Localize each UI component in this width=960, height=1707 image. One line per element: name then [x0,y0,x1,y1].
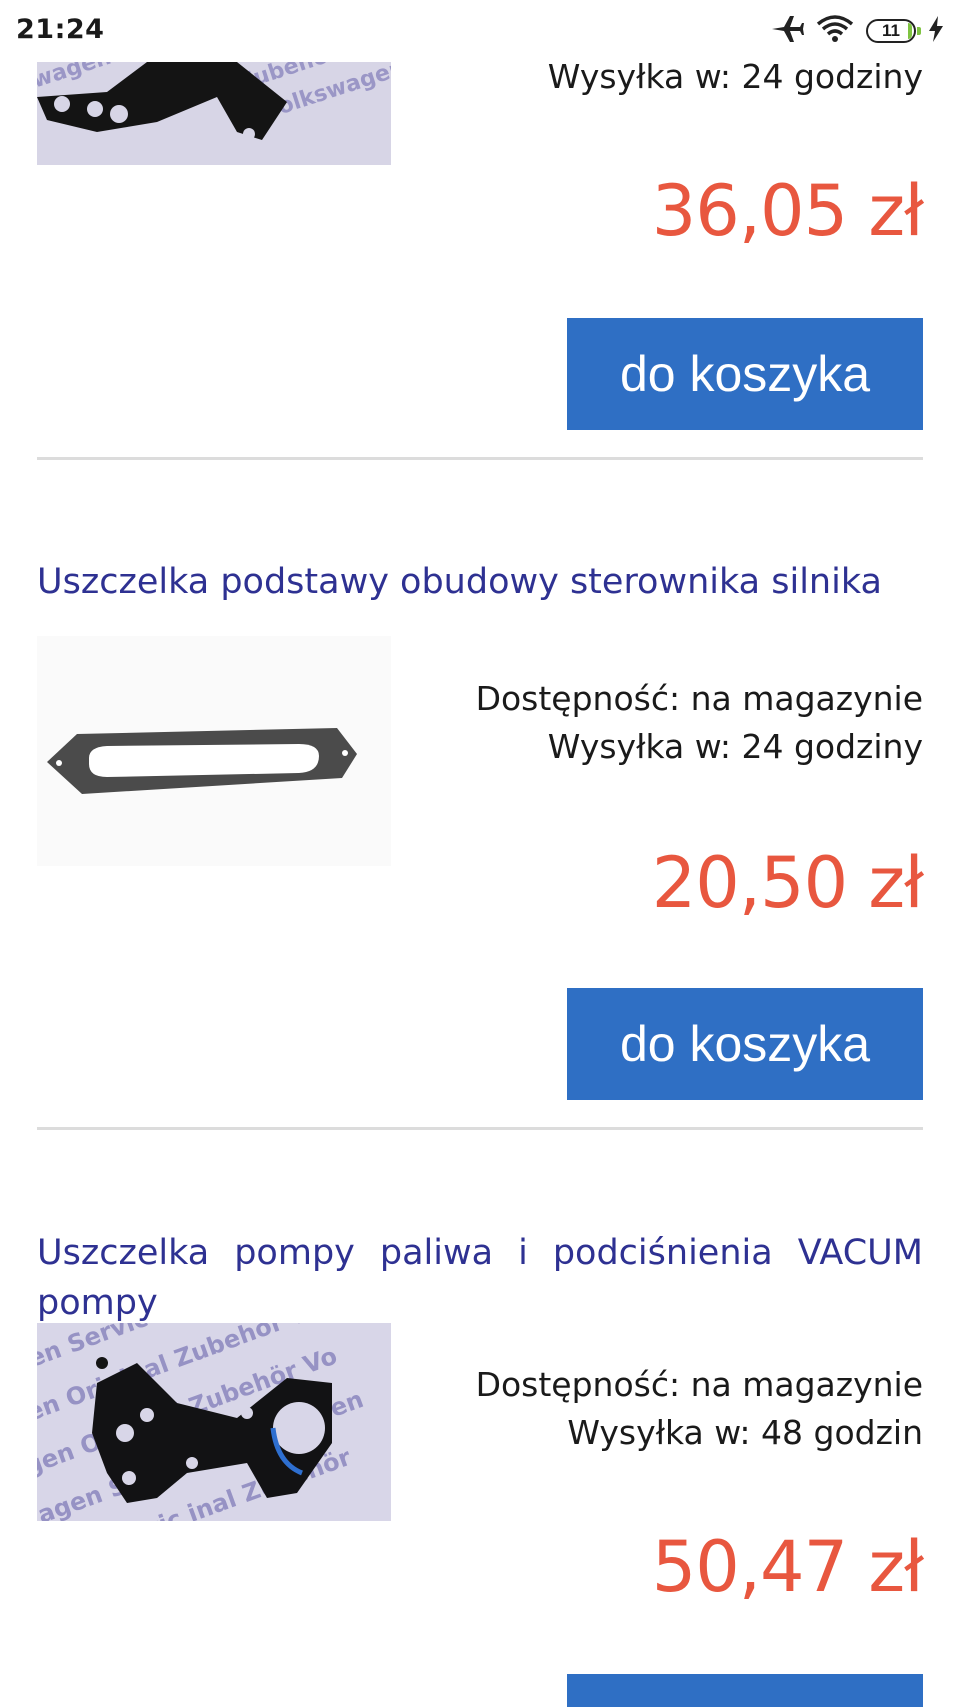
product-image[interactable]: en Service Volkswagen Se en Original Zub… [37,1323,391,1521]
battery-icon: 11 [866,19,921,43]
status-icons: 11 [770,14,944,48]
battery-level [908,23,912,39]
charging-icon [928,16,944,46]
availability-status: Dostępność: na magazynie [475,1365,923,1404]
availability-info: Dostępność: na magazynie Wysyłka w: 48 g… [476,1361,923,1457]
airplane-icon [770,14,804,48]
status-bar: 21:24 11 [0,0,960,62]
status-time: 21:24 [16,14,105,45]
wifi-icon [816,14,854,48]
shipping-time: Wysyłka w: 48 godzin [567,1413,923,1452]
product-title-link[interactable]: Uszczelka pompy paliwa i podciśnienia VA… [37,1228,923,1328]
product-price: 50,47 zł [651,1526,924,1608]
add-to-cart-button[interactable] [567,1674,923,1707]
product-card: Uszczelka pompy paliwa i podciśnienia VA… [37,0,924,1707]
battery-percent: 11 [882,21,900,40]
